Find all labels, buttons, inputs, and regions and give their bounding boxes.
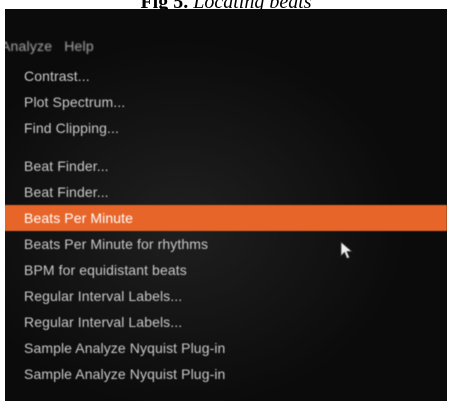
menubar-item-analyze[interactable]: Analyze xyxy=(5,38,52,54)
menu-item-beat-finder[interactable]: Beat Finder... xyxy=(5,153,447,179)
figure-page: Fig 5. Locating beats Analyze Help Contr… xyxy=(0,0,452,401)
menubar-item-help[interactable]: Help xyxy=(64,38,94,54)
menu-item-bpm-equidistant[interactable]: BPM for equidistant beats xyxy=(5,257,447,283)
menu-item-find-clipping[interactable]: Find Clipping... xyxy=(5,115,447,141)
analyze-menu: Contrast... Plot Spectrum... Find Clippi… xyxy=(5,63,447,387)
menu-item-plot-spectrum[interactable]: Plot Spectrum... xyxy=(5,89,447,115)
menu-item-regular-interval-labels-2[interactable]: Regular Interval Labels... xyxy=(5,309,447,335)
menu-separator xyxy=(5,141,447,153)
menubar: Analyze Help xyxy=(5,35,106,57)
menu-item-beat-finder-2[interactable]: Beat Finder... xyxy=(5,179,447,205)
menu-item-beats-per-minute-rhythms[interactable]: Beats Per Minute for rhythms xyxy=(5,231,447,257)
menu-item-sample-analyze-nyquist-2[interactable]: Sample Analyze Nyquist Plug-in xyxy=(5,361,447,387)
menu-item-beats-per-minute[interactable]: Beats Per Minute xyxy=(5,205,447,231)
mouse-pointer-icon xyxy=(340,241,354,260)
screen-photo: Analyze Help Contrast... Plot Spectrum..… xyxy=(5,9,447,401)
menu-item-contrast[interactable]: Contrast... xyxy=(5,63,447,89)
menu-item-sample-analyze-nyquist[interactable]: Sample Analyze Nyquist Plug-in xyxy=(5,335,447,361)
menu-item-regular-interval-labels[interactable]: Regular Interval Labels... xyxy=(5,283,447,309)
